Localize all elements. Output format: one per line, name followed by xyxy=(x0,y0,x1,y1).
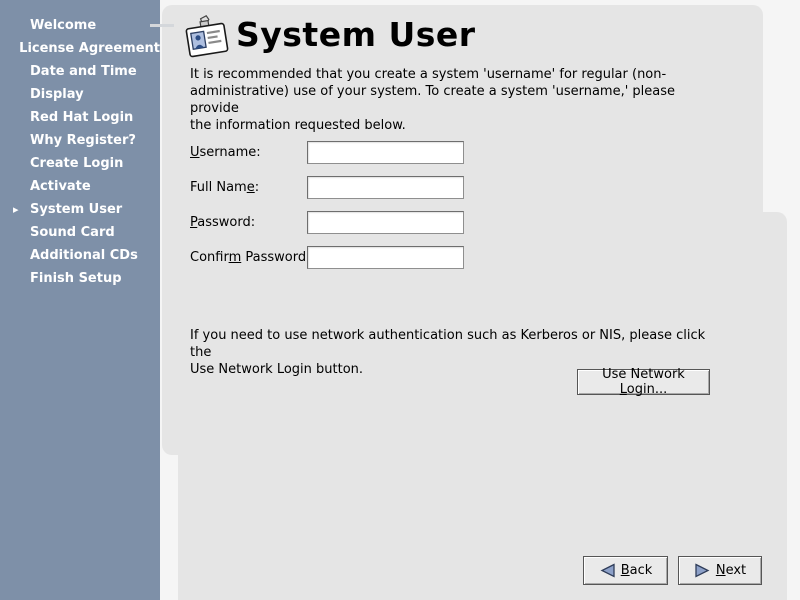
back-label: Back xyxy=(621,563,653,578)
sidebar-item-why-register: Why Register? xyxy=(0,129,160,152)
full-name-label: Full Name: xyxy=(190,180,259,195)
sidebar-item-red-hat-login: Red Hat Login xyxy=(0,106,160,129)
sidebar-item-date-and-time: Date and Time xyxy=(0,60,160,83)
sidebar-item-create-login: Create Login xyxy=(0,152,160,175)
username-label: Username: xyxy=(190,145,261,160)
back-arrow-icon xyxy=(599,563,616,578)
use-network-login-button[interactable]: Use Network Login... xyxy=(577,369,710,395)
full-name-row: Full Name: xyxy=(190,176,470,199)
page-description: It is recommended that you create a syst… xyxy=(190,66,690,134)
username-row: Username: xyxy=(190,141,470,164)
sidebar-item-sound-card: Sound Card xyxy=(0,221,160,244)
active-step-arrow-icon: ▸ xyxy=(13,203,30,216)
confirm-password-field[interactable] xyxy=(307,246,464,269)
back-button[interactable]: Back xyxy=(583,556,668,585)
full-name-field[interactable] xyxy=(307,176,464,199)
next-button[interactable]: Next xyxy=(678,556,762,585)
sidebar-item-display: Display xyxy=(0,83,160,106)
wizard-step-sidebar: Welcome License Agreement Date and Time … xyxy=(0,0,160,600)
sidebar-item-additional-cds: Additional CDs xyxy=(0,244,160,267)
page-header: System User xyxy=(184,12,476,62)
content-panel-lower xyxy=(178,212,787,600)
sidebar-connector-line xyxy=(150,24,174,27)
wizard-step-list: Welcome License Agreement Date and Time … xyxy=(0,14,160,290)
sidebar-item-welcome: Welcome xyxy=(0,14,160,37)
confirm-password-label: Confirm Password: xyxy=(190,250,310,265)
sidebar-item-finish-setup: Finish Setup xyxy=(0,267,160,290)
sidebar-item-activate: Activate xyxy=(0,175,160,198)
use-network-login-label: Use Network Login... xyxy=(578,367,709,397)
page-title: System User xyxy=(236,12,476,58)
sidebar-item-system-user: ▸System User xyxy=(0,198,160,221)
id-badge-icon xyxy=(184,14,230,62)
password-label: Password: xyxy=(190,215,255,230)
next-arrow-icon xyxy=(694,563,711,578)
password-row: Password: xyxy=(190,211,470,234)
username-field[interactable] xyxy=(307,141,464,164)
next-label: Next xyxy=(716,563,746,578)
password-field[interactable] xyxy=(307,211,464,234)
confirm-password-row: Confirm Password: xyxy=(190,246,470,269)
sidebar-item-license-agreement: License Agreement xyxy=(0,37,160,60)
